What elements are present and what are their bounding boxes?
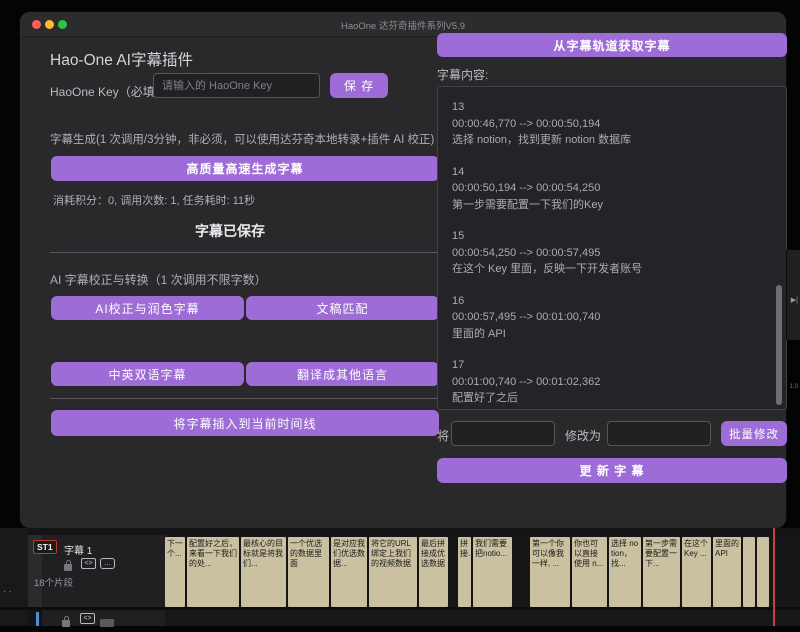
usage-stats: 消耗积分：0, 调用次数: 1, 任务耗时: 11秒 (53, 192, 255, 208)
translate-button[interactable]: 翻译成其他语言 (246, 362, 439, 386)
subtitle-content-box[interactable]: 13 00:00:46,770 --> 00:00:50,194 选择 noti… (437, 86, 787, 410)
more-dots-icon: ·· (3, 586, 14, 597)
playhead[interactable] (773, 528, 775, 626)
haoone-key-input[interactable] (153, 73, 320, 98)
page-title: Hao-One AI字幕插件 (50, 48, 193, 70)
timeline-clip[interactable]: 我们需要把notio... (473, 537, 512, 607)
background-zoom-value: 1.0 (790, 384, 798, 390)
script-match-button[interactable]: 文稿匹配 (246, 296, 439, 320)
subtitle-entry: 14 00:00:50,194 --> 00:00:54,250 第一步需要配置… (452, 164, 772, 214)
subtitle-bubble-icon[interactable]: … (100, 558, 115, 569)
generate-subtitles-button[interactable]: 高质量高速生成字幕 (51, 156, 439, 181)
background-app-edge (786, 250, 800, 340)
subtitle-content-label: 字幕内容: (437, 66, 488, 83)
replace-to-input[interactable] (607, 421, 711, 446)
timeline-clip[interactable] (743, 537, 755, 607)
window-title: HaoOne 达芬奇插件系列V5.9 (20, 18, 786, 32)
ai-section-label: AI 字幕校正与转换（1 次调用不限字数） (50, 271, 267, 288)
subtitle-entry: 17 00:01:00,740 --> 00:01:02,362 配置好了之后 (452, 357, 772, 407)
timeline-clip[interactable]: 选择 notion，找... (609, 537, 641, 607)
generate-note: 字幕生成(1 次调用/3分钟，非必须，可以使用达芬奇本地转录+插件 AI 校正) (50, 131, 440, 147)
saved-status: 字幕已保存 (30, 221, 430, 241)
track-badge: ST1 (33, 540, 57, 554)
timeline-clip[interactable]: 最后拼接成优选数据 (419, 537, 448, 607)
timeline-clip[interactable]: 第一个你可以像我一样, ... (530, 537, 570, 607)
lock-icon[interactable] (62, 614, 70, 632)
timeline-left-toolbar (0, 528, 28, 626)
replace-from-input[interactable] (451, 421, 555, 446)
timeline-gap (514, 537, 530, 607)
play-to-end-icon: ▶| (791, 296, 798, 304)
second-track-header[interactable]: <> (42, 610, 165, 626)
lock-icon[interactable] (64, 558, 72, 576)
subtitle-list: 13 00:00:46,770 --> 00:00:50,194 选择 noti… (438, 87, 786, 410)
code-tags-icon[interactable]: <> (80, 613, 95, 624)
timeline-clip[interactable]: 是对应我们优选数据... (331, 537, 367, 607)
timeline-panel: ·· ST1 字幕 1 <> … 18个片段 下一个...配置好之后，来看一下我… (0, 528, 800, 626)
insert-to-timeline-button[interactable]: 将字幕插入到当前时间线 (51, 410, 439, 436)
timeline-clip[interactable]: 一个优选的数据里面 (288, 537, 329, 607)
plugin-window: HaoOne 达芬奇插件系列V5.9 Hao-One AI字幕插件 HaoOne… (20, 12, 786, 528)
fetch-from-track-button[interactable]: 从字幕轨道获取字幕 (437, 33, 787, 57)
code-tags-icon[interactable]: <> (81, 558, 96, 569)
divider (50, 398, 439, 399)
replace-prefix-label: 将 (437, 427, 449, 444)
subtitle-track-header[interactable]: ST1 字幕 1 <> … 18个片段 (42, 535, 165, 607)
timeline-gap (450, 537, 458, 607)
timeline-clip[interactable]: 里面的 API (713, 537, 741, 607)
ai-correct-button[interactable]: AI校正与润色字幕 (51, 296, 244, 320)
batch-modify-button[interactable]: 批量修改 (721, 421, 787, 446)
subtitle-entry: 15 00:00:54,250 --> 00:00:57,495 在这个 Key… (452, 228, 772, 278)
timeline-clip[interactable]: 在这个 Key ... (682, 537, 711, 607)
replace-middle-label: 修改为 (565, 427, 601, 444)
timeline-clip[interactable]: 将它的URL绑定上我们的视频数据 (369, 537, 417, 607)
divider (50, 252, 439, 253)
timeline-clip[interactable]: 第一步需要配置一下... (643, 537, 680, 607)
subtitle-clips-row: 下一个...配置好之后，来看一下我们的处...最核心的目标就是将我们...一个优… (165, 537, 771, 607)
subtitle-entry: 13 00:00:46,770 --> 00:00:50,194 选择 noti… (452, 99, 772, 149)
filmstrip-icon[interactable] (100, 614, 114, 632)
key-label: HaoOne Key（必填） (50, 83, 167, 100)
scrollbar-thumb[interactable] (776, 285, 782, 405)
track-lane (165, 610, 800, 626)
update-subtitles-button[interactable]: 更 新 字 幕 (437, 458, 787, 483)
timeline-clip[interactable]: 最核心的目标就是将我们... (241, 537, 286, 607)
timeline-clip[interactable]: 配置好之后，来看一下我们的处... (187, 537, 239, 607)
subtitle-entry: 16 00:00:57,495 --> 00:01:00,740 里面的 API (452, 293, 772, 343)
clip-count: 18个片段 (34, 575, 73, 589)
track-selection-accent (36, 612, 39, 626)
timeline-clip[interactable]: 拼接... (458, 537, 471, 607)
save-button[interactable]: 保 存 (330, 73, 388, 98)
timeline-clip[interactable] (757, 537, 769, 607)
timeline-clip[interactable]: 你也可以直接使用 n... (572, 537, 607, 607)
timeline-clip[interactable]: 下一个... (165, 537, 185, 607)
bilingual-button[interactable]: 中英双语字幕 (51, 362, 244, 386)
track-name: 字幕 1 (64, 542, 92, 557)
